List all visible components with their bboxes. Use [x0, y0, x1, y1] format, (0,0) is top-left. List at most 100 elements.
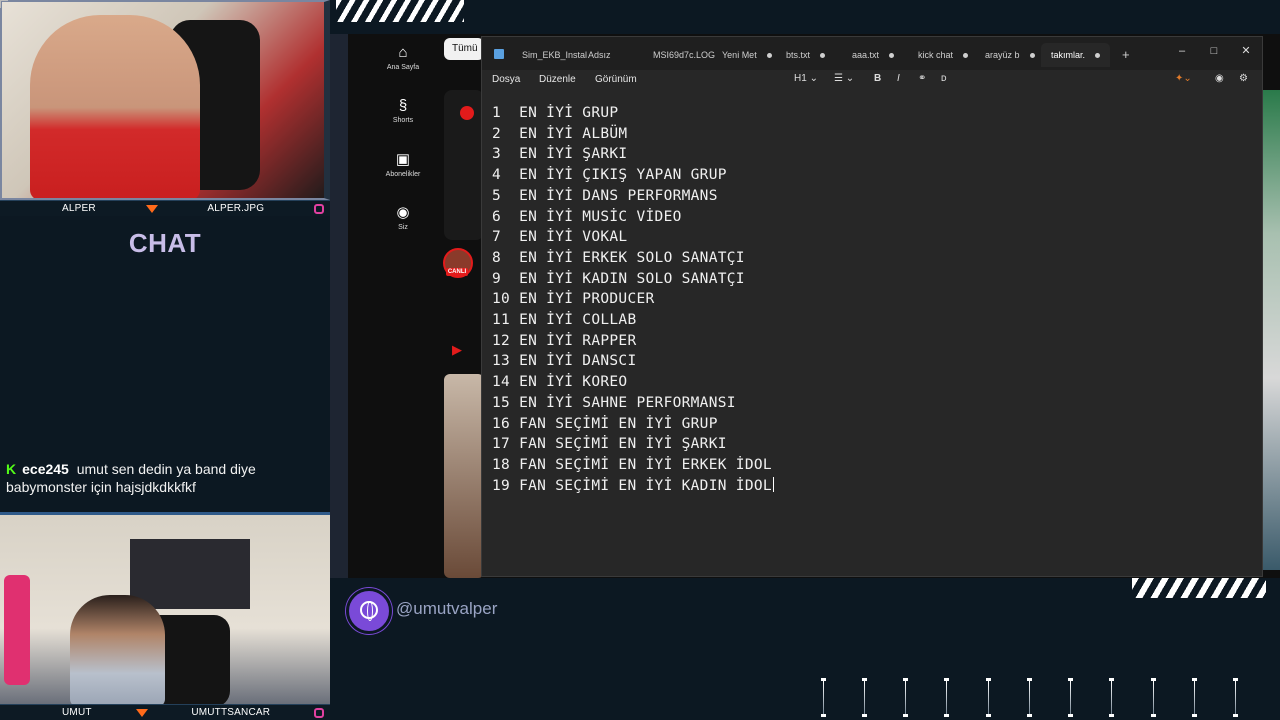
text-line: 12 EN İYİ RAPPER — [492, 332, 637, 349]
modified-dot-icon — [766, 53, 772, 59]
gear-icon[interactable]: ⚙ — [1239, 73, 1248, 84]
tab-yeni-met[interactable]: Yeni Met — [722, 43, 772, 67]
streamer-webcam-bottom — [0, 512, 330, 707]
copilot-icon[interactable]: ✦⌄ — [1175, 73, 1192, 84]
home-icon: ⌂ — [398, 44, 408, 61]
sidebar-item-subscriptions[interactable]: ▣ Abonelikler — [378, 150, 428, 178]
bottom-cam-nameplate: UMUT UMUTTSANCAR — [0, 704, 330, 720]
list-icon[interactable]: ☰ ⌄ — [834, 73, 854, 84]
text-line: 8 EN İYİ ERKEK SOLO SANATÇI — [492, 249, 745, 266]
notepad-menubar: Dosya Düzenle Görünüm H1 ⌄ ☰ ⌄ B I ⚭ ᴅ ✦… — [482, 70, 1262, 92]
decorative-pin — [1109, 678, 1114, 720]
background-window-edge — [1262, 90, 1280, 570]
modified-dot-icon — [889, 53, 895, 59]
tab-takimlar[interactable]: takımlar. — [1041, 43, 1111, 67]
tab-arayuz[interactable]: arayüz b — [985, 43, 1035, 67]
bold-button[interactable]: B — [874, 73, 881, 84]
heading-dropdown[interactable]: H1 ⌄ — [794, 73, 818, 84]
decorative-pin — [986, 678, 991, 720]
tab-sim-ekb[interactable]: Sim_EKB_Instal — [522, 43, 587, 67]
chat-message: Kece245 umut sen dedin ya band diye baby… — [6, 460, 306, 496]
text-line: 10 EN İYİ PRODUCER — [492, 291, 655, 308]
decorative-pin — [862, 678, 867, 720]
bottom-cam-right-name: UMUTTSANCAR — [191, 707, 271, 718]
menu-view[interactable]: Görünüm — [595, 74, 637, 85]
modified-dot-icon — [1095, 53, 1101, 59]
instagram-icon — [314, 707, 324, 718]
tab-bts[interactable]: bts.txt — [786, 43, 826, 67]
kick-icon: K — [6, 461, 17, 477]
menu-file[interactable]: Dosya — [492, 74, 520, 85]
tab-msi-log[interactable]: MSI69d7c.LOG — [653, 43, 715, 67]
text-line: 3 EN İYİ ŞARKI — [492, 146, 628, 163]
sidebar-item-home[interactable]: ⌂ Ana Sayfa — [378, 44, 428, 71]
chevron-down-icon — [135, 708, 148, 717]
decorative-stripes — [1132, 578, 1266, 598]
minimize-icon[interactable]: – — [1168, 41, 1196, 61]
text-line: 1 EN İYİ GRUP — [492, 105, 619, 121]
notepad-titlebar: Sim_EKB_Instal Adsız MSI69d7c.LOG Yeni M… — [482, 37, 1262, 70]
globe-icon — [346, 588, 392, 634]
clear-format-icon[interactable]: ᴅ — [941, 73, 947, 84]
modified-dot-icon — [1029, 53, 1035, 59]
italic-button[interactable]: I — [897, 73, 900, 84]
top-cam-left-name: ALPER — [62, 203, 96, 214]
text-line: 7 EN İYİ VOKAL — [492, 229, 628, 246]
text-editor[interactable]: 1 EN İYİ GRUP 2 EN İYİ ALBÜM 3 EN İYİ ŞA… — [492, 103, 1252, 496]
decorative-pin — [1027, 678, 1032, 720]
text-line: 6 EN İYİ MUSİC VİDEO — [492, 208, 682, 225]
decorative-pin — [821, 678, 826, 720]
tab-kick-chat[interactable]: kick chat — [918, 43, 969, 67]
streamer-person — [70, 595, 165, 707]
text-caret — [772, 476, 774, 492]
menu-edit[interactable]: Düzenle — [539, 74, 576, 85]
text-line: 4 EN İYİ ÇIKIŞ YAPAN GRUP — [492, 167, 727, 184]
wall-flag — [130, 539, 250, 609]
tab-adsiz[interactable]: Adsız — [588, 43, 611, 67]
modified-dot-icon — [820, 53, 826, 59]
browser-side-strip — [330, 34, 348, 578]
shorts-icon: § — [398, 97, 408, 114]
streamer-webcam-top — [0, 0, 330, 200]
shorts-thumbnail[interactable] — [444, 374, 484, 578]
sidebar-item-shorts[interactable]: § Shorts — [378, 97, 428, 124]
shorts-section-icon: ▶ — [452, 342, 462, 357]
text-line: 13 EN İYİ DANSCI — [492, 353, 637, 370]
text-line: 17 FAN SEÇİMİ EN İYİ ŞARKI — [492, 436, 727, 453]
decorative-pin — [1192, 678, 1197, 720]
text-line-last: 19 FAN SEÇİMİ EN İYİ KADIN İDOL — [492, 476, 774, 494]
decorative-pin — [903, 678, 908, 720]
corner-mark — [0, 0, 8, 8]
bottom-cam-left-name: UMUT — [62, 707, 92, 718]
text-line: 18 FAN SEÇİMİ EN İYİ ERKEK İDOL — [492, 456, 772, 473]
close-icon[interactable]: ✕ — [1232, 41, 1260, 61]
account-icon: ◉ — [396, 204, 410, 221]
text-line: 2 EN İYİ ALBÜM — [492, 125, 628, 142]
decorative-pin — [944, 678, 949, 720]
decorative-pin — [1151, 678, 1156, 720]
link-icon[interactable]: ⚭ — [918, 73, 926, 84]
text-line: 14 EN İYİ KOREO — [492, 374, 628, 391]
text-line: 11 EN İYİ COLLAB — [492, 312, 637, 329]
maximize-icon[interactable]: □ — [1200, 41, 1228, 61]
new-tab-button[interactable]: + — [1122, 43, 1130, 67]
sidebar-item-you[interactable]: ◉ Siz — [378, 203, 428, 231]
chat-username: ece245 — [22, 461, 69, 477]
chat-title: CHAT — [128, 228, 202, 258]
modified-dot-icon — [963, 53, 969, 59]
chat-panel: CHAT Kece245 umut sen dedin ya band diye… — [0, 216, 330, 506]
chevron-down-icon — [145, 204, 158, 213]
subscriptions-icon: ▣ — [395, 151, 411, 168]
text-line: 16 FAN SEÇİMİ EN İYİ GRUP — [492, 415, 718, 432]
youtube-sidebar: ⌂ Ana Sayfa § Shorts ▣ Abonelikler ◉ Siz — [378, 34, 428, 578]
top-cam-nameplate: ALPER ALPER.JPG — [0, 200, 330, 216]
record-icon — [460, 106, 474, 120]
notepad-app-icon — [494, 49, 504, 59]
text-line: 5 EN İYİ DANS PERFORMANS — [492, 187, 718, 204]
account-icon[interactable]: ◉ — [1215, 73, 1224, 84]
tab-aaa[interactable]: aaa.txt — [852, 43, 895, 67]
decorative-stripes — [336, 0, 464, 22]
microphone — [4, 575, 30, 685]
filter-chip-all[interactable]: Tümü — [444, 38, 484, 60]
decorative-pin — [1068, 678, 1073, 720]
